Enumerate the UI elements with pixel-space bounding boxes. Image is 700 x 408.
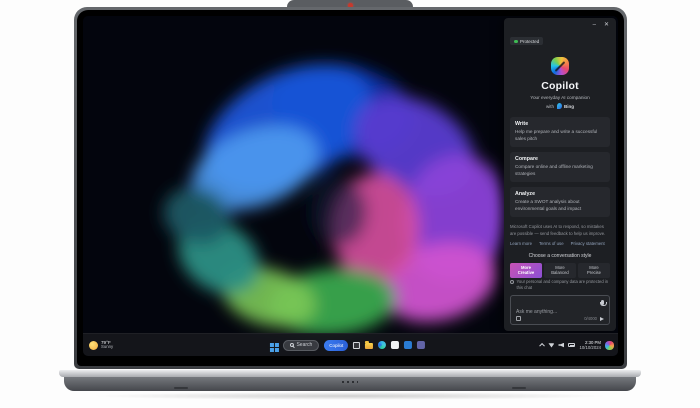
bing-icon (556, 103, 562, 109)
ai-disclaimer: Microsoft Copilot uses AI to respond, so… (510, 224, 606, 236)
card-title: Write (515, 121, 529, 127)
card-title: Analyze (515, 191, 536, 198)
character-counter: 0/4000 (584, 316, 597, 321)
copilot-panel: – ✕ Protected Copilot Your everyday AI c… (504, 18, 616, 331)
tray-date: 10/10/2024 (579, 345, 601, 350)
copilot-button-label: Copilot (329, 342, 344, 348)
suggestion-card-compare[interactable]: Compare Compare online and offline marke… (510, 152, 610, 183)
weather-condition: Sunny (101, 344, 114, 350)
panel-title: Copilot (541, 80, 579, 92)
outlook-app-icon[interactable] (404, 341, 413, 349)
chat-input-box[interactable]: 0/4000 (510, 295, 610, 325)
minimize-icon[interactable]: – (593, 22, 596, 28)
conversation-style-prompt: Choose a conversation style (528, 252, 592, 259)
volume-icon[interactable] (558, 342, 565, 348)
hidden-icons-chevron-icon[interactable] (539, 343, 545, 349)
send-icon[interactable] (600, 316, 604, 321)
laptop-shadow (90, 392, 610, 400)
battery-icon[interactable] (568, 343, 576, 347)
laptop-foot (512, 387, 526, 389)
privacy-note: Your personal and company data are prote… (516, 279, 609, 291)
sunny-weather-icon (89, 340, 98, 350)
suggestion-card-write[interactable]: Write Help me prepare and write a succes… (510, 117, 610, 148)
card-title: Compare (515, 156, 538, 163)
clock[interactable]: 2:30 PM 10/10/2024 (579, 340, 601, 351)
file-explorer-icon[interactable] (365, 341, 374, 349)
search-label: Search (296, 342, 313, 348)
bing-label: Bing (564, 103, 574, 109)
chat-input[interactable] (516, 309, 587, 315)
terms-of-use-link[interactable]: Terms of use (539, 241, 564, 246)
close-icon[interactable]: ✕ (604, 22, 609, 28)
wifi-icon[interactable] (548, 343, 555, 348)
suggestion-card-analyze[interactable]: Analyze Create a SWOT analysis about env… (510, 187, 610, 218)
laptop-foot (174, 387, 188, 389)
protected-shield-icon (514, 39, 518, 43)
style-line2: Creative (517, 270, 535, 276)
start-button[interactable] (269, 343, 274, 347)
style-more-creative-button[interactable]: More Creative (510, 262, 542, 278)
expand-icon[interactable] (516, 316, 521, 321)
weather-widget[interactable]: 79°F Sunny (89, 334, 113, 356)
style-line2: Balanced (551, 270, 569, 276)
screen-bezel: – ✕ Protected Copilot Your everyday AI c… (77, 10, 624, 366)
taskbar: 79°F Sunny Search Copilot 2:30 PM 10/10/… (83, 333, 618, 356)
laptop-base (64, 377, 636, 391)
task-view-button[interactable] (353, 341, 361, 349)
card-description: Help me prepare and write a successful s… (515, 129, 598, 141)
teams-app-icon[interactable] (417, 341, 426, 349)
search-box[interactable]: Search (282, 339, 320, 351)
microphone-icon[interactable] (599, 300, 607, 306)
panel-subtitle: Your everyday AI companion (530, 95, 590, 100)
card-description: Create a SWOT analysis about environment… (515, 199, 582, 211)
protected-badge: Protected (510, 37, 544, 46)
copilot-logo-icon (551, 57, 569, 75)
laptop-lid: – ✕ Protected Copilot Your everyday AI c… (74, 7, 627, 369)
style-more-precise-button[interactable]: More Precise (578, 262, 610, 278)
privacy-lock-icon (510, 279, 514, 284)
privacy-statement-link[interactable]: Privacy statement (571, 241, 605, 246)
with-label: with (545, 103, 554, 109)
display: – ✕ Protected Copilot Your everyday AI c… (83, 16, 618, 356)
search-icon (289, 343, 294, 347)
learn-more-link[interactable]: Learn more (510, 241, 532, 246)
panel-titlebar: – ✕ (504, 18, 616, 29)
style-more-balanced-button[interactable]: More Balanced (544, 262, 576, 278)
copilot-tray-icon[interactable] (605, 340, 614, 350)
style-line2: Precise (587, 270, 601, 276)
laptop-base-edge (59, 370, 641, 377)
copilot-taskbar-button[interactable]: Copilot (324, 339, 349, 351)
protected-badge-label: Protected (520, 38, 540, 44)
edge-browser-icon[interactable] (378, 341, 387, 349)
card-description: Compare online and offline marketing str… (515, 164, 593, 176)
store-app-icon[interactable] (391, 341, 400, 349)
